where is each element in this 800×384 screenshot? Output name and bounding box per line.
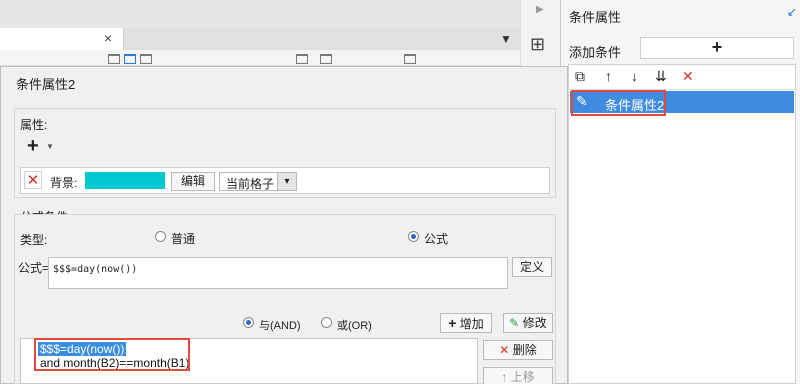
designer-tab-area xyxy=(124,28,520,50)
condition-list-highlight xyxy=(34,338,190,371)
sort-down-icon[interactable]: ⇊ xyxy=(655,68,667,85)
type-label: 类型: xyxy=(20,233,48,247)
copy-icon[interactable]: ⧉ xyxy=(575,68,585,85)
tab-close-icon[interactable]: × xyxy=(104,30,118,46)
designer-toolbar xyxy=(0,50,520,66)
add-condition-label: 添加条件 xyxy=(569,45,622,60)
or-radio[interactable] xyxy=(321,317,332,328)
merge-icon[interactable] xyxy=(320,54,332,64)
remove-attribute-icon[interactable]: ✕ xyxy=(24,171,42,189)
add-button-label: 增加 xyxy=(459,317,484,331)
or-label: 或(OR) xyxy=(337,320,372,332)
scope-select-value: 当前格子 xyxy=(226,177,275,191)
edit-button[interactable]: 编辑 xyxy=(171,172,215,191)
panel-title: 条件属性 xyxy=(569,10,622,25)
type-formula-label: 公式 xyxy=(424,232,449,246)
pin-icon[interactable]: ▼ xyxy=(500,32,512,46)
type-normal-radio[interactable] xyxy=(155,231,166,242)
plus-icon: + xyxy=(448,315,457,331)
formula-label: 公式= xyxy=(18,261,50,275)
arrow-up-icon[interactable]: ↑ xyxy=(605,68,612,84)
border-icon[interactable] xyxy=(296,54,308,64)
add-condition-button[interactable]: + xyxy=(640,37,794,59)
grid-icon[interactable]: ⊞ xyxy=(530,34,545,55)
align-center-icon[interactable] xyxy=(124,54,136,64)
modify-button-label: 修改 xyxy=(522,316,547,330)
dropdown-arrow-icon[interactable]: ▼ xyxy=(46,142,54,151)
align-left-icon[interactable] xyxy=(108,54,120,64)
move-up-button[interactable]: ↑ 上移 xyxy=(483,367,553,384)
delete-icon[interactable]: ✕ xyxy=(682,68,694,85)
background-color-swatch[interactable] xyxy=(85,172,165,189)
modify-icon: ✎ xyxy=(509,316,520,330)
add-attribute-button[interactable]: + xyxy=(27,136,39,156)
define-button[interactable]: 定义 xyxy=(512,257,552,277)
arrow-up-icon: ↑ xyxy=(501,370,508,384)
formula-input[interactable]: $$$=day(now()) xyxy=(48,257,508,289)
format-icon[interactable] xyxy=(404,54,416,64)
type-normal-label: 普通 xyxy=(171,232,196,246)
delete-x-icon: ✕ xyxy=(499,343,510,357)
designer-tab-strip xyxy=(0,0,520,28)
attribute-group-label: 属性: xyxy=(20,118,48,132)
background-label: 背景: xyxy=(50,176,78,190)
and-radio[interactable] xyxy=(243,317,254,328)
modify-button[interactable]: ✎ 修改 xyxy=(503,313,553,333)
condition-item-highlight xyxy=(571,90,666,116)
chevron-down-icon[interactable]: ▾ xyxy=(277,172,297,191)
dialog-title: 条件属性2 xyxy=(16,77,76,92)
delete-button[interactable]: ✕ 删除 xyxy=(483,340,553,360)
collapse-icon[interactable]: ↙ xyxy=(787,5,797,19)
and-label: 与(AND) xyxy=(259,320,301,332)
arrow-down-icon[interactable]: ↓ xyxy=(631,68,638,84)
type-formula-radio[interactable] xyxy=(408,231,419,242)
add-button[interactable]: + 增加 xyxy=(440,313,492,333)
delete-button-label: 删除 xyxy=(512,343,537,357)
expand-arrow-icon[interactable]: ▶ xyxy=(536,4,544,15)
move-up-button-label: 上移 xyxy=(510,370,535,384)
align-right-icon[interactable] xyxy=(140,54,152,64)
